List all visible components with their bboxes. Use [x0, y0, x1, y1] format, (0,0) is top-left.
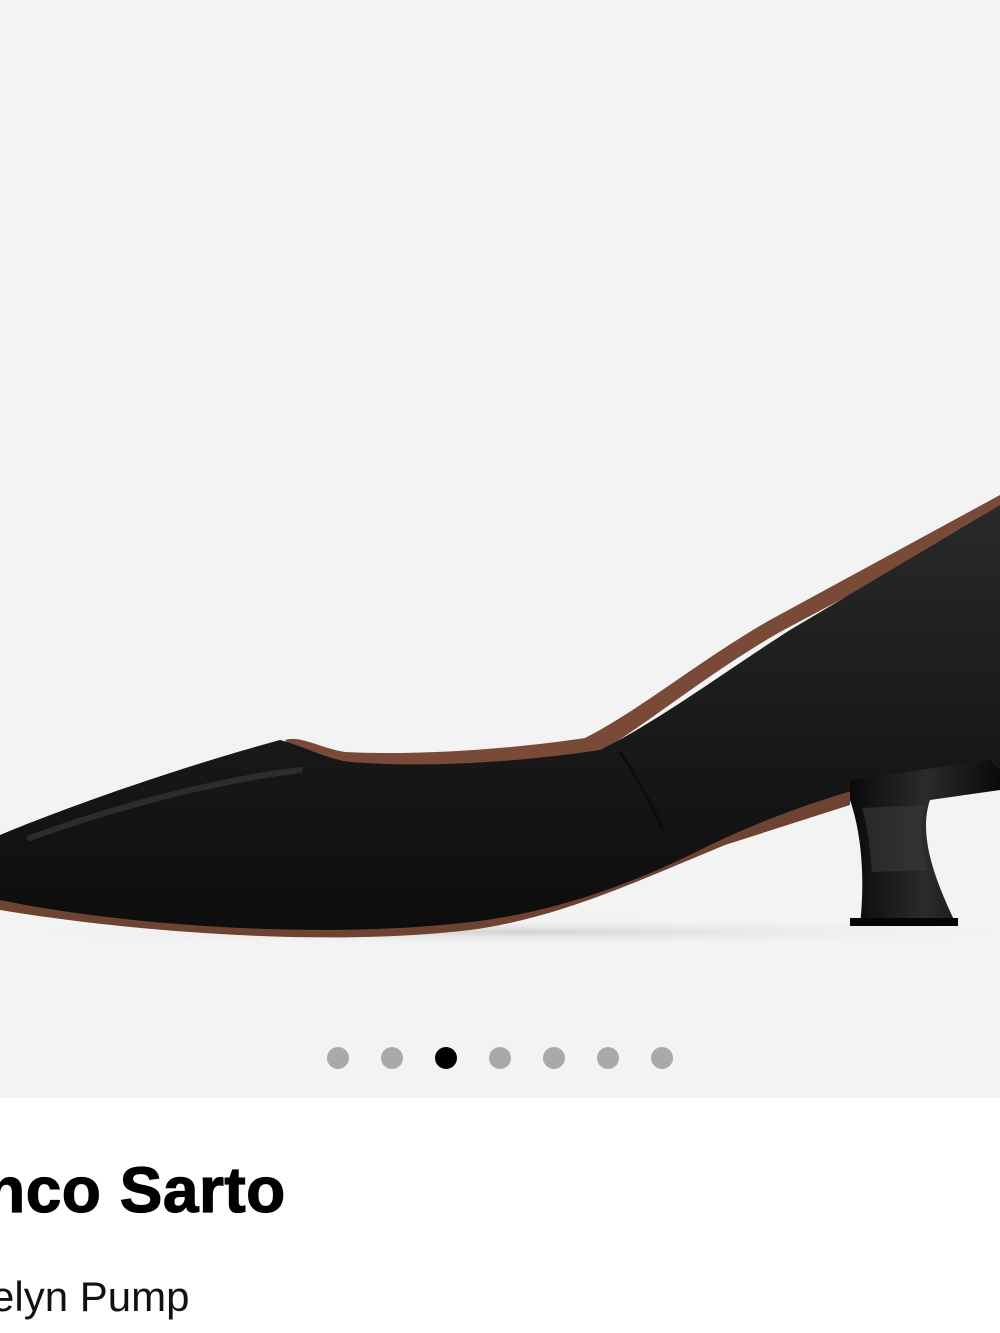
product-info: anco Sarto celyn Pump: [0, 1098, 1000, 1333]
gallery-dot-6[interactable]: [597, 1047, 619, 1069]
gallery-dot-4[interactable]: [489, 1047, 511, 1069]
gallery-dot-3[interactable]: [435, 1047, 457, 1069]
gallery-dot-1[interactable]: [327, 1047, 349, 1069]
gallery-dot-2[interactable]: [381, 1047, 403, 1069]
gallery-pagination: [0, 1047, 1000, 1071]
brand-name[interactable]: anco Sarto: [0, 1157, 286, 1222]
gallery-dot-7[interactable]: [651, 1047, 673, 1069]
product-image: [0, 495, 1000, 946]
gallery-dot-5[interactable]: [543, 1047, 565, 1069]
product-image-gallery[interactable]: [0, 0, 1000, 1098]
product-name: celyn Pump: [0, 1273, 190, 1320]
product-page: anco Sarto celyn Pump: [0, 0, 1000, 1333]
